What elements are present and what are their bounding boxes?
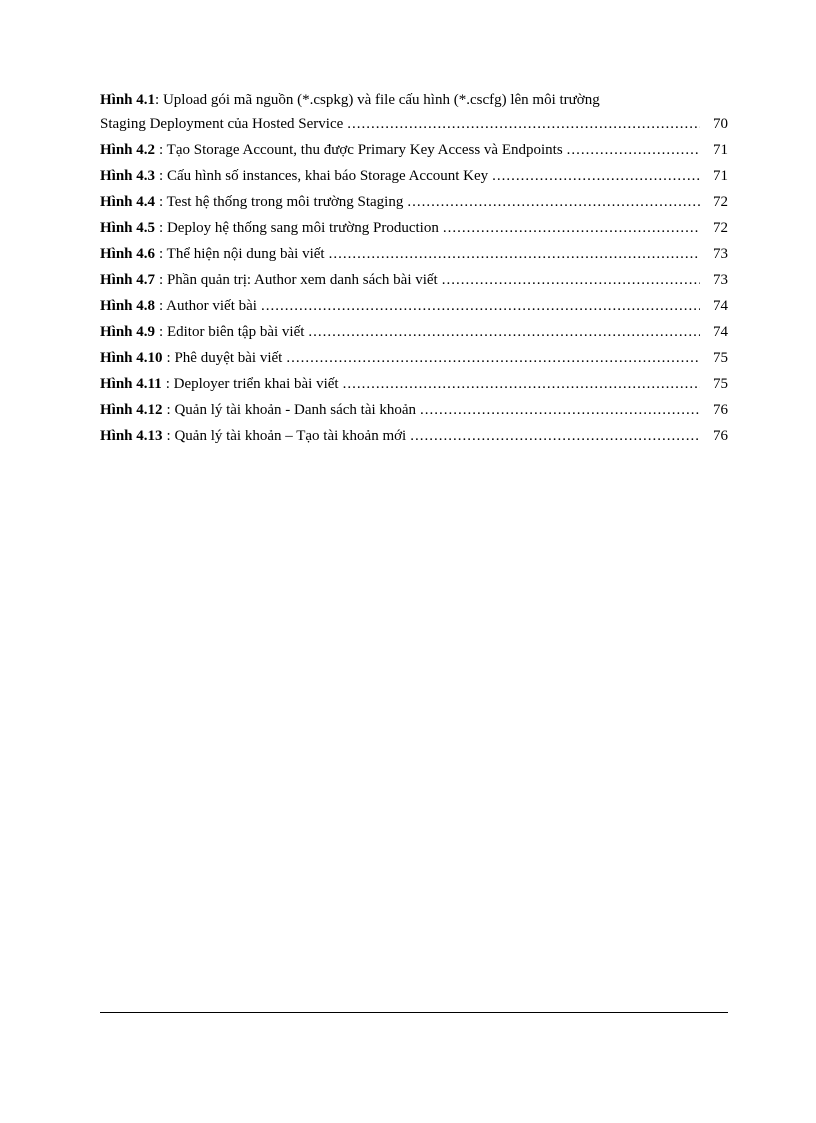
toc-entry-desc: : Quản lý tài khoản – Tạo tài khoản mới [167,424,407,448]
toc-entry-label: Hình 4.10 [100,346,163,370]
footer-divider [100,1012,728,1013]
toc-entry-label: Hình 4.7 [100,268,155,292]
toc-leader-dots [567,138,700,162]
toc-entry-desc: : Quản lý tài khoản - Danh sách tài khoả… [167,398,417,422]
toc-entry-line2: Staging Deployment của Hosted Service 70 [100,112,728,136]
toc-entry: Hình 4.11: Deployer triển khai bài viết 7… [100,372,728,396]
toc-entry: Hình 4.1: Upload gói mã nguồn (*.cspkg) … [100,88,728,136]
toc-page-number: 75 [704,372,728,396]
toc-entry: Hình 4.7: Phần quản trị: Author xem danh… [100,268,728,292]
toc-leader-dots [347,112,700,136]
toc-entry-desc: : Phần quản trị: Author xem danh sách bà… [159,268,438,292]
toc-leader-dots [492,164,700,188]
toc-page-number: 75 [704,346,728,370]
toc-entry: Hình 4.2: Tạo Storage Account, thu được … [100,138,728,162]
toc-leader-dots [343,372,700,396]
toc-page-number: 72 [704,216,728,240]
toc-page-number: 74 [704,320,728,344]
toc-entry-desc: : Cấu hình số instances, khai báo Storag… [159,164,488,188]
toc-entry: Hình 4.4: Test hệ thống trong môi trường… [100,190,728,214]
toc-entry-desc-line2: Staging Deployment của Hosted Service [100,112,343,136]
toc-entry: Hình 4.13: Quản lý tài khoản – Tạo tài k… [100,424,728,448]
toc-page-number: 72 [704,190,728,214]
toc-entry-desc: : Author viết bài [159,294,257,318]
toc-entry-label: Hình 4.5 [100,216,155,240]
toc-leader-dots [329,242,700,266]
toc-entry-label: Hình 4.6 [100,242,155,266]
toc-leader-dots [407,190,700,214]
toc-entry-label: Hình 4.11 [100,372,162,396]
toc-page-number: 74 [704,294,728,318]
toc-entry-label: Hình 4.13 [100,424,163,448]
toc-leader-dots [308,320,700,344]
toc-entry: Hình 4.6: Thể hiện nội dung bài viết 73 [100,242,728,266]
toc-entry-label: Hình 4.8 [100,294,155,318]
toc-entry: Hình 4.3: Cấu hình số instances, khai bá… [100,164,728,188]
toc-entry: Hình 4.12: Quản lý tài khoản - Danh sách… [100,398,728,422]
toc-entry: Hình 4.9: Editor biên tập bài viết 74 [100,320,728,344]
toc-entry-desc: : Editor biên tập bài viết [159,320,304,344]
toc-entry-desc: : Deployer triển khai bài viết [166,372,339,396]
page-content: Hình 4.1: Upload gói mã nguồn (*.cspkg) … [0,0,816,510]
toc-entry-desc-line1: : Upload gói mã nguồn (*.cspkg) và file … [155,92,600,108]
toc-page-number: 71 [704,164,728,188]
toc-page-number: 73 [704,242,728,266]
toc-page-number: 73 [704,268,728,292]
toc-page-number: 76 [704,424,728,448]
toc-leader-dots [261,294,700,318]
toc-leader-dots [420,398,700,422]
toc-entry-label: Hình 4.3 [100,164,155,188]
toc-leader-dots [410,424,700,448]
toc-entry: Hình 4.5: Deploy hệ thống sang môi trườn… [100,216,728,240]
toc-entry-label: Hình 4.4 [100,190,155,214]
toc-leader-dots [443,216,700,240]
toc-leader-dots [286,346,700,370]
toc-entry-desc: : Deploy hệ thống sang môi trường Produc… [159,216,439,240]
toc-page-number: 71 [704,138,728,162]
toc-entry-desc: : Tạo Storage Account, thu được Primary … [159,138,563,162]
toc-entry-desc: : Thể hiện nội dung bài viết [159,242,325,266]
toc-page-number: 70 [704,112,728,136]
toc-entry-label: Hình 4.9 [100,320,155,344]
toc-page-number: 76 [704,398,728,422]
toc-entry-desc: : Test hệ thống trong môi trường Staging [159,190,403,214]
toc-entry: Hình 4.10: Phê duyệt bài viết 75 [100,346,728,370]
toc-entry-desc: : Phê duyệt bài viết [167,346,283,370]
toc-entry-label: Hình 4.12 [100,398,163,422]
toc-entry: Hình 4.8: Author viết bài 74 [100,294,728,318]
toc-leader-dots [442,268,700,292]
list-of-figures: Hình 4.1: Upload gói mã nguồn (*.cspkg) … [100,88,728,448]
toc-entry-label: Hình 4.1 [100,92,155,108]
toc-entry-label: Hình 4.2 [100,138,155,162]
toc-entry-line1: Hình 4.1: Upload gói mã nguồn (*.cspkg) … [100,88,728,112]
